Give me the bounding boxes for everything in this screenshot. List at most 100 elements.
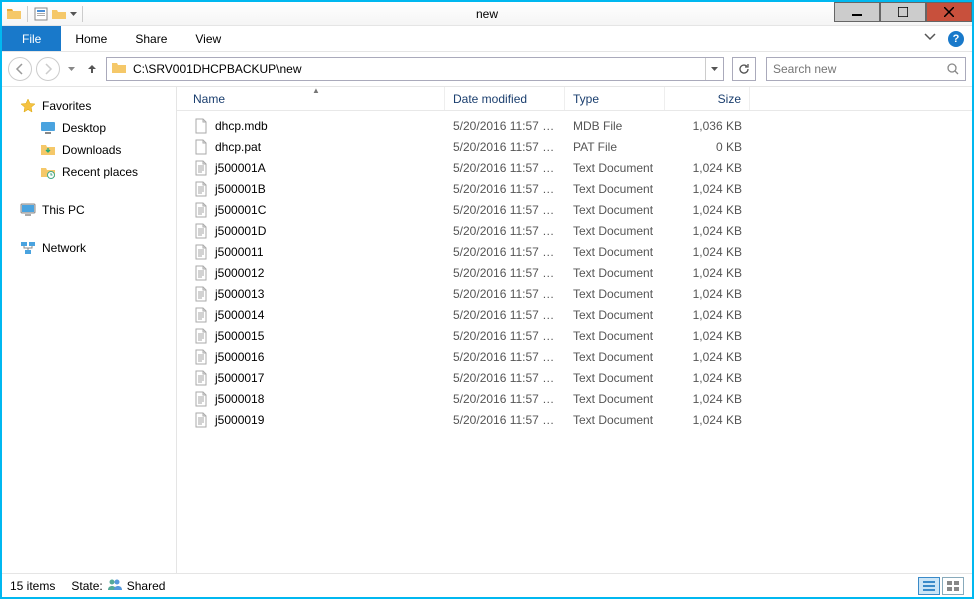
nav-label: Desktop — [62, 121, 106, 135]
sidebar-item-this-pc[interactable]: This PC — [6, 199, 172, 221]
favorites-header[interactable]: Favorites — [6, 95, 172, 117]
shared-icon — [107, 578, 123, 593]
file-type: Text Document — [565, 392, 665, 406]
file-icon — [193, 202, 209, 218]
back-button[interactable] — [8, 57, 32, 81]
file-name: j500001D — [215, 224, 266, 238]
close-button[interactable] — [926, 2, 972, 22]
ribbon-tabs: File Home Share View ? — [2, 26, 972, 52]
tab-share[interactable]: Share — [121, 26, 181, 51]
sidebar-item-desktop[interactable]: Desktop — [6, 117, 172, 139]
file-row[interactable]: j500001C5/20/2016 11:57 PMText Document1… — [177, 199, 972, 220]
file-row[interactable]: j50000175/20/2016 11:57 PMText Document1… — [177, 367, 972, 388]
file-name-cell: j5000011 — [185, 244, 445, 260]
column-header-date[interactable]: Date modified — [445, 87, 565, 110]
file-row[interactable]: j50000155/20/2016 11:57 PMText Document1… — [177, 325, 972, 346]
column-header-size[interactable]: Size — [665, 87, 750, 110]
search-input[interactable] — [767, 62, 941, 76]
file-row[interactable]: j50000115/20/2016 11:57 PMText Document1… — [177, 241, 972, 262]
file-size: 1,024 KB — [665, 371, 750, 385]
file-type: Text Document — [565, 161, 665, 175]
file-icon — [193, 118, 209, 134]
file-name: j5000016 — [215, 350, 264, 364]
file-row[interactable]: j50000145/20/2016 11:57 PMText Document1… — [177, 304, 972, 325]
status-bar: 15 items State: Shared — [2, 573, 972, 597]
file-name-cell: j5000013 — [185, 286, 445, 302]
thumbnails-view-button[interactable] — [942, 577, 964, 595]
file-icon — [193, 349, 209, 365]
sidebar-item-recent[interactable]: Recent places — [6, 161, 172, 183]
file-icon — [193, 391, 209, 407]
address-input[interactable] — [131, 58, 705, 80]
file-row[interactable]: j500001D5/20/2016 11:57 PMText Document1… — [177, 220, 972, 241]
file-row[interactable]: dhcp.mdb5/20/2016 11:57 PMMDB File1,036 … — [177, 115, 972, 136]
file-date: 5/20/2016 11:57 PM — [445, 308, 565, 322]
desktop-icon — [40, 120, 56, 136]
file-name-cell: j5000018 — [185, 391, 445, 407]
new-folder-icon[interactable] — [51, 6, 67, 22]
file-row[interactable]: dhcp.pat5/20/2016 11:57 PMPAT File0 KB — [177, 136, 972, 157]
state-value: Shared — [127, 579, 166, 593]
file-row[interactable]: j50000185/20/2016 11:57 PMText Document1… — [177, 388, 972, 409]
tab-home[interactable]: Home — [61, 26, 121, 51]
file-date: 5/20/2016 11:57 PM — [445, 287, 565, 301]
file-date: 5/20/2016 11:57 PM — [445, 266, 565, 280]
file-size: 1,024 KB — [665, 224, 750, 238]
search-box[interactable] — [766, 57, 966, 81]
address-bar-row — [2, 52, 972, 86]
column-headers: ▲ Name Date modified Type Size — [177, 87, 972, 111]
file-row[interactable]: j500001B5/20/2016 11:57 PMText Document1… — [177, 178, 972, 199]
file-name: j500001B — [215, 182, 266, 196]
explorer-window: new File Home Share View ? — [2, 2, 972, 597]
recent-locations-icon[interactable] — [64, 57, 78, 81]
file-name: j5000017 — [215, 371, 264, 385]
file-size: 1,036 KB — [665, 119, 750, 133]
file-date: 5/20/2016 11:57 PM — [445, 182, 565, 196]
file-size: 1,024 KB — [665, 308, 750, 322]
file-date: 5/20/2016 11:57 PM — [445, 329, 565, 343]
forward-button[interactable] — [36, 57, 60, 81]
sort-indicator-icon: ▲ — [312, 87, 320, 95]
folder-icon — [111, 60, 127, 79]
details-view-button[interactable] — [918, 577, 940, 595]
ribbon-right: ? — [916, 26, 972, 51]
file-row[interactable]: j500001A5/20/2016 11:57 PMText Document1… — [177, 157, 972, 178]
properties-icon[interactable] — [33, 6, 49, 22]
search-icon[interactable] — [941, 58, 965, 80]
refresh-button[interactable] — [732, 57, 756, 81]
file-type: Text Document — [565, 203, 665, 217]
file-row[interactable]: j50000125/20/2016 11:57 PMText Document1… — [177, 262, 972, 283]
file-type: Text Document — [565, 245, 665, 259]
file-type: PAT File — [565, 140, 665, 154]
file-type: Text Document — [565, 266, 665, 280]
maximize-button[interactable] — [880, 2, 926, 22]
favorites-group: Favorites Desktop Downloads — [6, 95, 172, 183]
view-buttons — [918, 577, 964, 595]
up-button[interactable] — [82, 57, 102, 81]
file-date: 5/20/2016 11:57 PM — [445, 203, 565, 217]
file-icon — [193, 265, 209, 281]
file-row[interactable]: j50000135/20/2016 11:57 PMText Document1… — [177, 283, 972, 304]
file-icon — [193, 244, 209, 260]
file-icon — [193, 160, 209, 176]
file-size: 1,024 KB — [665, 287, 750, 301]
sidebar-item-downloads[interactable]: Downloads — [6, 139, 172, 161]
file-size: 1,024 KB — [665, 392, 750, 406]
expand-ribbon-icon[interactable] — [924, 31, 940, 47]
address-bar[interactable] — [106, 57, 724, 81]
minimize-button[interactable] — [834, 2, 880, 22]
sidebar-item-network[interactable]: Network — [6, 237, 172, 259]
tab-view[interactable]: View — [181, 26, 235, 51]
file-row[interactable]: j50000165/20/2016 11:57 PMText Document1… — [177, 346, 972, 367]
file-size: 1,024 KB — [665, 203, 750, 217]
qat-dropdown-icon[interactable] — [69, 6, 77, 22]
file-row[interactable]: j50000195/20/2016 11:57 PMText Document1… — [177, 409, 972, 430]
state-label: State: — [71, 579, 102, 593]
file-type: Text Document — [565, 224, 665, 238]
help-icon[interactable]: ? — [948, 31, 964, 47]
address-dropdown-icon[interactable] — [705, 58, 723, 80]
column-header-type[interactable]: Type — [565, 87, 665, 110]
network-icon — [20, 240, 36, 256]
file-tab[interactable]: File — [2, 26, 61, 51]
file-size: 1,024 KB — [665, 329, 750, 343]
